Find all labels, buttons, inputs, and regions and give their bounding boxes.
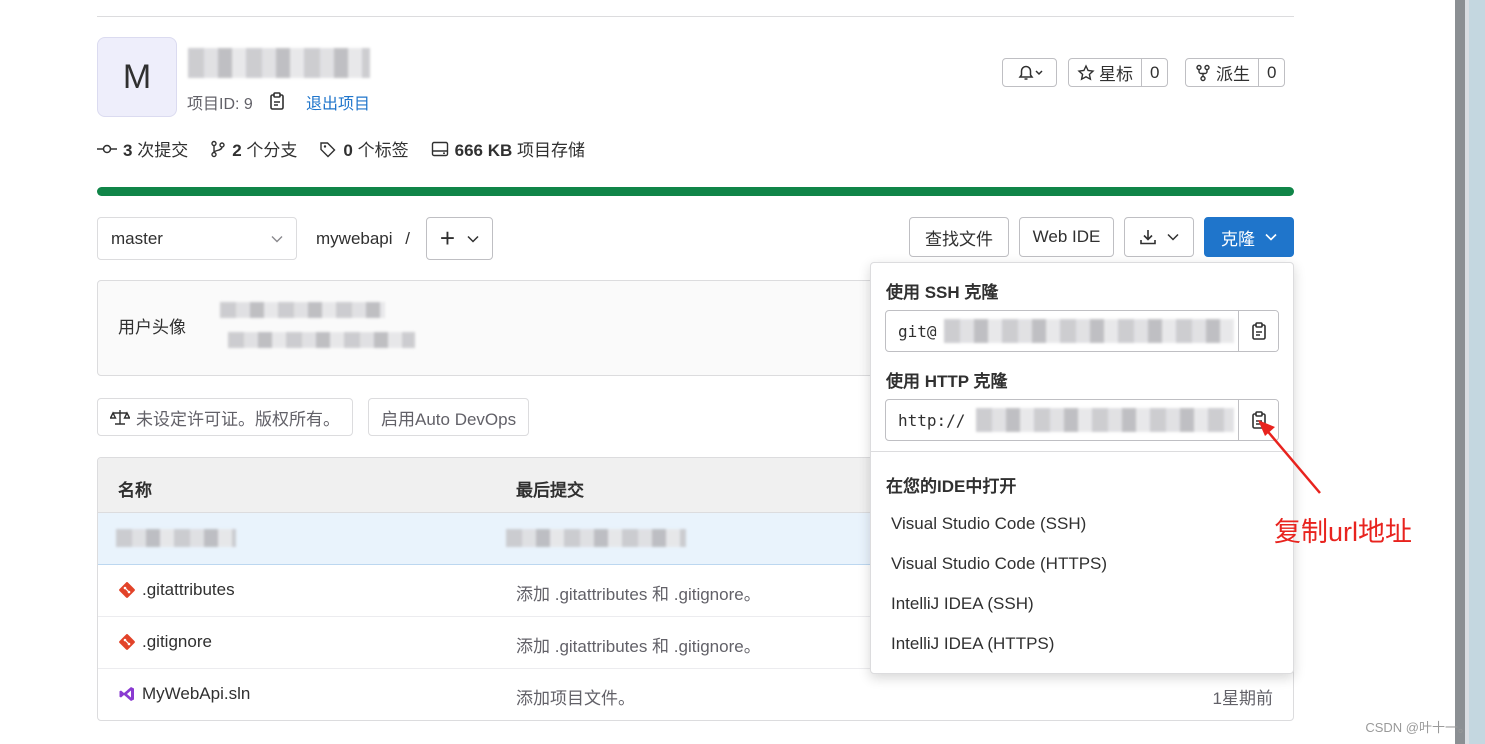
star-button[interactable]: 星标 0 xyxy=(1068,58,1169,87)
project-name-redacted xyxy=(188,48,370,78)
chevron-down-icon xyxy=(271,235,283,242)
annotation-arrow xyxy=(1258,420,1321,494)
breadcrumb-project[interactable]: mywebapi xyxy=(316,229,393,248)
commits-stat[interactable]: 3 次提交 xyxy=(97,136,188,161)
find-file-button[interactable]: 查找文件 xyxy=(909,217,1009,257)
scrollbar[interactable] xyxy=(1455,0,1465,744)
enable-auto-devops-button[interactable]: 启用Auto DevOps xyxy=(368,398,530,436)
chevron-down-icon xyxy=(1265,233,1277,241)
commit-message-link[interactable]: 添加项目文件。 xyxy=(516,684,635,709)
visual-studio-icon xyxy=(119,687,134,701)
scale-icon xyxy=(110,410,130,425)
bell-icon xyxy=(1018,65,1043,80)
git-file-icon xyxy=(119,582,135,598)
file-name-link[interactable]: .gitattributes xyxy=(142,580,235,600)
file-name-link[interactable]: .gitignore xyxy=(142,632,212,652)
ssh-url-group: git@ xyxy=(885,310,1279,352)
http-clone-header: 使用 HTTP 克隆 xyxy=(886,372,1008,391)
git-file-icon xyxy=(119,634,135,650)
pipeline-progress-bar[interactable] xyxy=(97,187,1294,196)
commit-icon xyxy=(97,144,117,153)
notification-button[interactable] xyxy=(1002,58,1057,87)
commit-author-redacted xyxy=(228,332,415,348)
leave-project-link[interactable]: 退出项目 xyxy=(306,90,370,114)
license-button[interactable]: 未设定许可证。版权所有。 xyxy=(97,398,353,436)
download-button[interactable] xyxy=(1124,217,1194,257)
open-vscode-https[interactable]: Visual Studio Code (HTTPS) xyxy=(891,554,1107,574)
last-update-time: 1星期前 xyxy=(1212,689,1273,708)
storage-icon xyxy=(431,141,448,156)
commit-message-link[interactable]: 添加 .gitattributes 和 .gitignore。 xyxy=(516,632,761,657)
branch-select[interactable]: master xyxy=(97,217,297,260)
clone-button[interactable]: 克隆 xyxy=(1204,217,1294,257)
plus-icon: + xyxy=(439,223,456,253)
project-stats: 3 次提交 2 个分支 0 个标签 666 KB 项目存储 xyxy=(97,136,585,161)
storage-stat[interactable]: 666 KB 项目存储 xyxy=(431,136,585,161)
fork-icon xyxy=(1196,64,1210,81)
progress-fill xyxy=(97,187,1294,196)
ide-header: 在您的IDE中打开 xyxy=(886,477,1017,496)
star-count: 0 xyxy=(1150,62,1160,82)
project-avatar: M xyxy=(97,37,177,117)
watermark: CSDN @叶十一。 xyxy=(1365,720,1471,735)
web-ide-button[interactable]: Web IDE xyxy=(1019,217,1114,257)
project-id: 项目ID: 9 xyxy=(187,96,253,113)
chevron-down-icon xyxy=(1167,233,1179,241)
fork-count: 0 xyxy=(1267,62,1277,82)
branch-icon xyxy=(211,140,225,157)
clone-dropdown: 使用 SSH 克隆 git@ 使用 HTTP 克隆 http:// 在您的IDE… xyxy=(870,262,1294,674)
open-intellij-ssh[interactable]: IntelliJ IDEA (SSH) xyxy=(891,594,1034,614)
tags-stat[interactable]: 0 个标签 xyxy=(319,136,409,161)
breadcrumb: mywebapi / xyxy=(316,229,411,248)
commit-msg-redacted xyxy=(506,529,686,547)
window-edge xyxy=(1455,0,1485,744)
chevron-down-icon xyxy=(467,235,479,243)
annotation-text: 复制url地址 xyxy=(1274,517,1413,547)
file-name-link[interactable]: MyWebApi.sln xyxy=(142,684,250,704)
branches-stat[interactable]: 2 个分支 xyxy=(210,136,297,161)
http-url-input[interactable]: http:// xyxy=(886,400,1238,440)
star-icon xyxy=(1077,63,1095,81)
commit-title-redacted xyxy=(220,302,385,318)
download-icon xyxy=(1140,230,1156,245)
add-file-dropdown[interactable]: + xyxy=(426,217,493,260)
page: M 项目ID: 9 退出项目 星标 0 派生 0 3 次提交 2 个分支 0 个… xyxy=(0,0,1485,744)
ssh-url-input[interactable]: git@ xyxy=(886,311,1238,351)
open-vscode-ssh[interactable]: Visual Studio Code (SSH) xyxy=(891,514,1086,534)
http-url-group: http:// xyxy=(885,399,1279,441)
commit-message-link[interactable]: 添加 .gitattributes 和 .gitignore。 xyxy=(516,580,761,605)
copy-ssh-url-button[interactable] xyxy=(1238,311,1278,351)
table-row[interactable]: MyWebApi.sln 添加项目文件。 1星期前 xyxy=(98,669,1293,720)
open-intellij-https[interactable]: IntelliJ IDEA (HTTPS) xyxy=(891,634,1054,654)
tag-icon xyxy=(320,141,336,157)
copy-id-icon[interactable] xyxy=(268,92,286,110)
fork-button[interactable]: 派生 0 xyxy=(1185,58,1286,87)
ssh-clone-header: 使用 SSH 克隆 xyxy=(886,283,999,302)
clipboard-icon xyxy=(1251,322,1266,340)
divider xyxy=(97,16,1294,17)
user-avatar: 用户头像 xyxy=(118,318,186,337)
menu-divider xyxy=(871,451,1293,452)
folder-name-redacted xyxy=(116,529,236,547)
